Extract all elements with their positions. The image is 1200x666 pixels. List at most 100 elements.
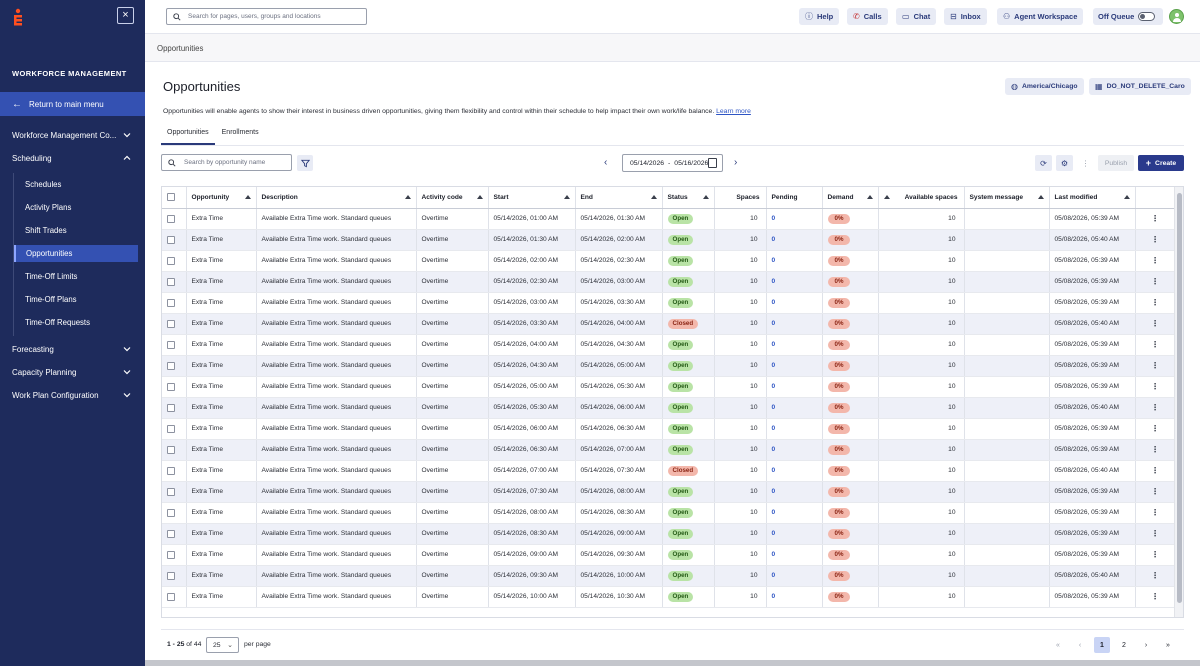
row-checkbox[interactable] (167, 277, 175, 286)
close-sidebar-button[interactable]: × (117, 7, 134, 24)
row-checkbox[interactable] (167, 466, 175, 475)
cell-pending[interactable]: 0 (766, 229, 823, 251)
table-row[interactable]: Extra Time Available Extra Time work. Sta… (162, 229, 1176, 251)
cell-opportunity[interactable]: Extra Time (186, 208, 257, 230)
return-to-main-menu-button[interactable]: ← Return to main menu (0, 92, 145, 116)
previous-page-button[interactable]: ‹ (1072, 637, 1088, 653)
row-checkbox[interactable] (167, 361, 175, 370)
cell-opportunity[interactable]: Extra Time (186, 334, 257, 356)
cell-pending[interactable]: 0 (766, 292, 823, 314)
table-scrollbar[interactable] (1174, 187, 1183, 617)
cell-pending[interactable]: 0 (766, 523, 823, 545)
cell-pending[interactable]: 0 (766, 544, 823, 566)
date-range-picker[interactable]: 05/14/2026 - 05/16/2026 (622, 154, 723, 172)
table-row[interactable]: Extra Time Available Extra Time work. Sta… (162, 271, 1176, 293)
sidebar-item-schedules[interactable]: Schedules (15, 176, 139, 193)
row-actions-button[interactable]: ⋮ (1135, 544, 1176, 566)
row-actions-button[interactable]: ⋮ (1135, 313, 1176, 335)
row-checkbox[interactable] (167, 550, 175, 559)
cell-pending[interactable]: 0 (766, 565, 823, 587)
row-actions-button[interactable]: ⋮ (1135, 586, 1176, 608)
row-checkbox[interactable] (167, 340, 175, 349)
row-actions-button[interactable]: ⋮ (1135, 292, 1176, 314)
next-date-button[interactable]: › (734, 157, 737, 168)
column-header-description[interactable]: Description (256, 187, 417, 209)
cell-pending[interactable]: 0 (766, 397, 823, 419)
table-row[interactable]: Extra Time Available Extra Time work. Sta… (162, 397, 1176, 419)
row-actions-button[interactable]: ⋮ (1135, 376, 1176, 398)
row-checkbox[interactable] (167, 256, 175, 265)
row-actions-button[interactable]: ⋮ (1135, 208, 1176, 230)
table-row[interactable]: Extra Time Available Extra Time work. Sta… (162, 376, 1176, 398)
sidebar-item-time-off-requests[interactable]: Time-Off Requests (15, 314, 139, 331)
cell-opportunity[interactable]: Extra Time (186, 481, 257, 503)
cell-pending[interactable]: 0 (766, 418, 823, 440)
avatar[interactable] (1169, 9, 1184, 24)
cell-opportunity[interactable]: Extra Time (186, 229, 257, 251)
row-checkbox[interactable] (167, 382, 175, 391)
row-checkbox[interactable] (167, 529, 175, 538)
cell-opportunity[interactable]: Extra Time (186, 355, 257, 377)
row-actions-button[interactable]: ⋮ (1135, 481, 1176, 503)
cell-pending[interactable]: 0 (766, 460, 823, 482)
sidebar-item-forecasting[interactable]: Forecasting (12, 344, 132, 354)
first-page-button[interactable]: « (1050, 637, 1066, 653)
cell-opportunity[interactable]: Extra Time (186, 250, 257, 272)
row-checkbox[interactable] (167, 298, 175, 307)
row-checkbox[interactable] (167, 571, 175, 580)
calendar-icon[interactable] (708, 158, 717, 168)
agent-workspace-button[interactable]: ⚇ Agent Workspace (997, 8, 1084, 25)
cell-pending[interactable]: 0 (766, 439, 823, 461)
cell-opportunity[interactable]: Extra Time (186, 418, 257, 440)
cell-opportunity[interactable]: Extra Time (186, 565, 257, 587)
help-button[interactable]: ⓘ Help (799, 8, 840, 25)
cell-pending[interactable]: 0 (766, 481, 823, 503)
column-header-system-message[interactable]: System message (964, 187, 1050, 209)
cell-opportunity[interactable]: Extra Time (186, 502, 257, 524)
row-actions-button[interactable]: ⋮ (1135, 334, 1176, 356)
business-unit-button[interactable]: ▦ DO_NOT_DELETE_Caro (1089, 78, 1191, 95)
tab-opportunities[interactable]: Opportunities (161, 125, 215, 145)
create-button[interactable]: + Create (1138, 155, 1184, 171)
scrollbar-thumb[interactable] (1177, 193, 1182, 603)
tab-enrollments[interactable]: Enrollments (216, 125, 265, 145)
cell-pending[interactable]: 0 (766, 208, 823, 230)
calls-button[interactable]: ✆ Calls (847, 8, 888, 25)
publish-button[interactable]: Publish (1098, 155, 1134, 171)
row-checkbox[interactable] (167, 424, 175, 433)
more-actions-button[interactable]: ⋮ (1077, 155, 1094, 171)
row-actions-button[interactable]: ⋮ (1135, 355, 1176, 377)
row-actions-button[interactable]: ⋮ (1135, 229, 1176, 251)
cell-opportunity[interactable]: Extra Time (186, 586, 257, 608)
column-header-status[interactable]: Status (662, 187, 715, 209)
row-actions-button[interactable]: ⋮ (1135, 418, 1176, 440)
opportunity-search-input[interactable]: Search by opportunity name (161, 154, 292, 171)
cell-pending[interactable]: 0 (766, 376, 823, 398)
per-page-select[interactable]: 25 ⌄ (206, 637, 239, 653)
row-actions-button[interactable]: ⋮ (1135, 502, 1176, 524)
row-checkbox[interactable] (167, 319, 175, 328)
table-row[interactable]: Extra Time Available Extra Time work. Sta… (162, 208, 1176, 230)
row-actions-button[interactable]: ⋮ (1135, 397, 1176, 419)
toggle-switch[interactable] (1138, 12, 1156, 21)
column-header-demand[interactable]: Demand (822, 187, 879, 209)
cell-pending[interactable]: 0 (766, 586, 823, 608)
filter-button[interactable] (297, 155, 313, 171)
table-row[interactable]: Extra Time Available Extra Time work. Sta… (162, 334, 1176, 356)
sidebar-item-time-off-plans[interactable]: Time-Off Plans (15, 291, 139, 308)
table-row[interactable]: Extra Time Available Extra Time work. Sta… (162, 460, 1176, 482)
column-header-pending[interactable]: Pending (766, 187, 823, 209)
row-actions-button[interactable]: ⋮ (1135, 460, 1176, 482)
table-row[interactable]: Extra Time Available Extra Time work. Sta… (162, 502, 1176, 524)
cell-pending[interactable]: 0 (766, 250, 823, 272)
row-checkbox[interactable] (167, 214, 175, 223)
row-checkbox[interactable] (167, 508, 175, 517)
column-header-activity-code[interactable]: Activity code (416, 187, 489, 209)
row-actions-button[interactable]: ⋮ (1135, 439, 1176, 461)
row-actions-button[interactable]: ⋮ (1135, 250, 1176, 272)
cell-opportunity[interactable]: Extra Time (186, 460, 257, 482)
next-page-button[interactable]: › (1138, 637, 1154, 653)
table-row[interactable]: Extra Time Available Extra Time work. Sta… (162, 292, 1176, 314)
row-checkbox[interactable] (167, 592, 175, 601)
cell-pending[interactable]: 0 (766, 502, 823, 524)
